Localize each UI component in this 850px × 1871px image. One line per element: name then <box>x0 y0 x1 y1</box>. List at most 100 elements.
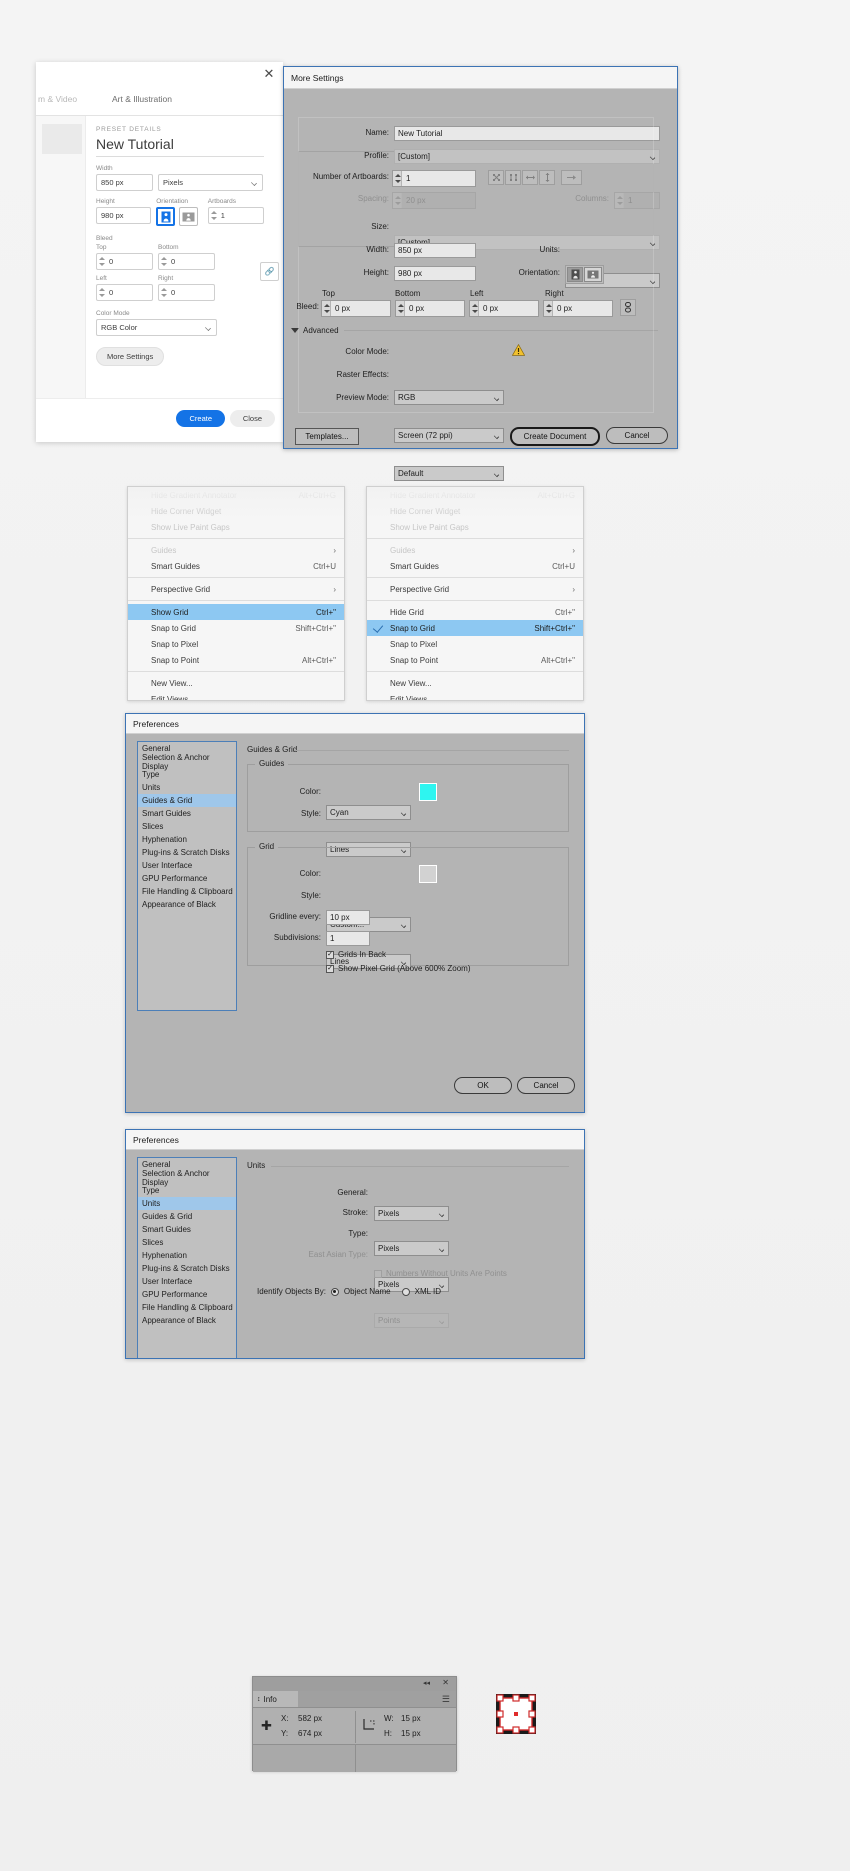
menu-item[interactable]: Perspective Grid › <box>367 581 583 597</box>
advanced-disclosure[interactable]: Advanced <box>291 326 339 335</box>
grid-color-swatch[interactable] <box>419 865 437 883</box>
bleed-left-stepper[interactable]: 0 <box>96 284 153 301</box>
templates-button[interactable]: Templates... <box>295 428 359 445</box>
preset-name-input[interactable]: New Tutorial <box>96 136 264 157</box>
stepper-arrows-icon[interactable] <box>396 301 405 316</box>
guides-color-select[interactable]: Cyan <box>326 805 411 820</box>
menu-item[interactable]: Perspective Grid › <box>128 581 344 597</box>
link-bleed-values-icon[interactable] <box>620 299 636 316</box>
preferences-category-item[interactable]: GPU Performance <box>138 1288 236 1301</box>
menu-item[interactable]: Snap to Point Alt+Ctrl+" <box>128 652 344 668</box>
panel-menu-icon[interactable]: ☰ <box>442 1694 450 1705</box>
preferences-category-item[interactable]: Smart Guides <box>138 1223 236 1236</box>
preferences-category-item[interactable]: GPU Performance <box>138 872 236 885</box>
preferences-category-item[interactable]: Selection & Anchor Display <box>138 1169 236 1187</box>
checkbox-icon[interactable]: ✓ <box>326 964 334 973</box>
height-input[interactable]: 980 px <box>394 266 476 281</box>
preferences-category-item[interactable]: Guides & Grid <box>138 794 236 807</box>
preferences-category-item[interactable]: Plug-ins & Scratch Disks <box>138 846 236 859</box>
stepper-arrows-icon[interactable] <box>544 301 553 316</box>
height-input[interactable]: 980 px <box>96 207 152 224</box>
ok-button[interactable]: OK <box>454 1077 512 1094</box>
profile-select[interactable]: [Custom] <box>394 149 660 164</box>
preferences-category-item[interactable]: File Handling & Clipboard <box>138 1301 236 1314</box>
preferences-category-item[interactable]: Appearance of Black <box>138 1314 236 1327</box>
number-of-artboards-stepper[interactable]: 1 <box>392 170 476 187</box>
menu-item[interactable]: Snap to Pixel <box>128 636 344 652</box>
orientation-portrait-button[interactable] <box>156 207 176 226</box>
gridline-every-input[interactable]: 10 px <box>326 910 370 925</box>
preferences-category-item[interactable]: Units <box>138 1197 236 1210</box>
stroke-units-select[interactable]: Pixels <box>374 1241 449 1256</box>
menu-item[interactable]: Smart Guides Ctrl+U <box>367 558 583 574</box>
create-document-button[interactable]: Create Document <box>510 427 600 446</box>
general-units-select[interactable]: Pixels <box>374 1206 449 1221</box>
bleed-top-stepper[interactable]: 0 px <box>321 300 391 317</box>
menu-item[interactable]: Snap to Pixel <box>367 636 583 652</box>
arrange-by-row-icon[interactable] <box>522 170 538 185</box>
bleed-top-stepper[interactable]: 0 <box>96 253 153 270</box>
preferences-category-item[interactable]: Hyphenation <box>138 1249 236 1262</box>
width-input[interactable]: 850 px <box>96 174 153 191</box>
preferences-category-item[interactable]: File Handling & Clipboard <box>138 885 236 898</box>
preferences-category-item[interactable]: Units <box>138 781 236 794</box>
name-input[interactable]: New Tutorial <box>394 126 660 141</box>
stepper-arrows-icon[interactable] <box>159 253 168 270</box>
preview-mode-select[interactable]: Default <box>394 466 504 481</box>
bleed-right-stepper[interactable]: 0 <box>158 284 215 301</box>
stepper-arrows-icon[interactable] <box>97 284 106 301</box>
cancel-button[interactable]: Cancel <box>606 427 668 444</box>
preferences-category-list[interactable]: General Selection & Anchor Display Type Uni… <box>137 741 237 1011</box>
grids-in-back-checkbox-row[interactable]: ✓ Grids In Back <box>326 950 386 959</box>
menu-item[interactable]: Snap to Grid Shift+Ctrl+" <box>128 620 344 636</box>
stepper-arrows-icon[interactable] <box>322 301 331 316</box>
tab-info[interactable]: ↕ Info <box>253 1691 298 1707</box>
stepper-arrows-icon[interactable] <box>97 253 106 270</box>
preferences-category-item[interactable]: User Interface <box>138 1275 236 1288</box>
menu-item[interactable]: New View... <box>128 675 344 691</box>
menu-item[interactable]: Edit Views... <box>128 691 344 701</box>
menu-item[interactable]: Snap to Grid Shift+Ctrl+" <box>367 620 583 636</box>
tab-art-and-illustration[interactable]: Art & Illustration <box>112 94 172 104</box>
bleed-bottom-stepper[interactable]: 0 <box>158 253 215 270</box>
preferences-category-item[interactable]: Smart Guides <box>138 807 236 820</box>
stepper-arrows-icon[interactable] <box>393 171 402 186</box>
stepper-arrows-icon[interactable] <box>209 207 218 224</box>
orientation-landscape-button[interactable] <box>584 267 602 282</box>
bleed-right-stepper[interactable]: 0 px <box>543 300 613 317</box>
radio-object-name-icon[interactable] <box>330 1287 339 1296</box>
subdivisions-input[interactable]: 1 <box>326 931 370 946</box>
color-mode-select[interactable]: RGB <box>394 390 504 405</box>
bleed-left-stepper[interactable]: 0 px <box>469 300 539 317</box>
cancel-button[interactable]: Cancel <box>517 1077 575 1094</box>
tab-film-and-video[interactable]: m & Video <box>38 94 77 104</box>
preferences-category-item[interactable]: User Interface <box>138 859 236 872</box>
close-icon[interactable]: ✕ <box>261 66 277 82</box>
color-mode-select[interactable]: RGB Color <box>96 319 217 336</box>
panel-collapse-arrows-icon[interactable]: ↕ <box>257 1696 261 1703</box>
menu-item[interactable]: Edit Views... <box>367 691 583 701</box>
close-icon[interactable]: ✕ <box>442 1678 449 1687</box>
bleed-bottom-stepper[interactable]: 0 px <box>395 300 465 317</box>
menu-item[interactable]: Snap to Point Alt+Ctrl+" <box>367 652 583 668</box>
guides-color-swatch[interactable] <box>419 783 437 801</box>
checkbox-icon[interactable]: ✓ <box>326 950 334 959</box>
artboards-stepper[interactable]: 1 <box>207 207 264 224</box>
create-button[interactable]: Create <box>176 410 225 427</box>
orientation-portrait-button[interactable] <box>567 267 583 282</box>
preferences-category-item[interactable]: Hyphenation <box>138 833 236 846</box>
close-button[interactable]: Close <box>229 410 275 427</box>
preferences-category-item[interactable]: Guides & Grid <box>138 1210 236 1223</box>
raster-effects-select[interactable]: Screen (72 ppi) <box>394 428 504 443</box>
preferences-category-item[interactable]: Selection & Anchor Display <box>138 753 236 771</box>
stepper-arrows-icon[interactable] <box>470 301 479 316</box>
orientation-landscape-button[interactable] <box>179 207 199 226</box>
link-bleed-values-icon[interactable]: 🔗 <box>260 262 279 281</box>
menu-item[interactable]: New View... <box>367 675 583 691</box>
template-thumbnail[interactable] <box>42 124 82 154</box>
width-input[interactable]: 850 px <box>394 243 476 258</box>
preferences-category-list[interactable]: General Selection & Anchor Display Type Uni… <box>137 1157 237 1358</box>
grid-by-row-icon[interactable] <box>488 170 504 185</box>
preferences-category-item[interactable]: Plug-ins & Scratch Disks <box>138 1262 236 1275</box>
preferences-category-item[interactable]: Appearance of Black <box>138 898 236 911</box>
